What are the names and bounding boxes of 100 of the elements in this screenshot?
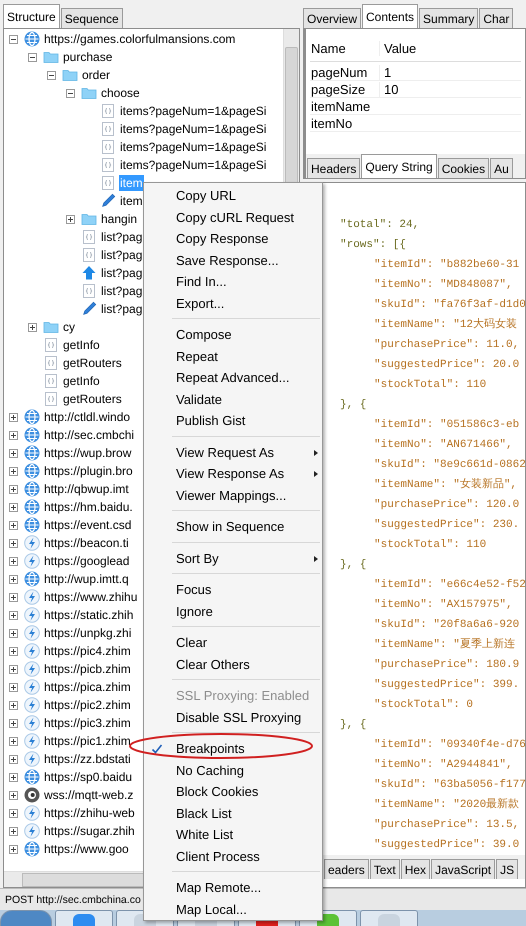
- expander-icon[interactable]: [66, 214, 75, 224]
- tab[interactable]: Headers: [307, 158, 360, 178]
- tree-item[interactable]: https://static.zhih: [43, 607, 134, 623]
- menu-item[interactable]: Save Response...: [144, 250, 322, 271]
- expander-icon[interactable]: [9, 718, 18, 728]
- expander-icon[interactable]: [9, 466, 18, 476]
- expander-icon[interactable]: [9, 826, 18, 836]
- menu-item[interactable]: Map Local...: [144, 898, 322, 920]
- expander-icon[interactable]: [9, 772, 18, 782]
- taskbar-button[interactable]: [55, 910, 113, 926]
- expander-icon[interactable]: [9, 808, 18, 818]
- tree-item[interactable]: cy: [62, 319, 76, 335]
- tree-item[interactable]: https://wup.brow: [43, 445, 132, 461]
- tree-item[interactable]: items?pageNum=1&pageSi: [119, 121, 268, 137]
- start-button[interactable]: [0, 910, 52, 926]
- tree-item[interactable]: http://qbwup.imt: [43, 481, 130, 497]
- expander-icon[interactable]: [9, 538, 18, 548]
- expander-icon[interactable]: [9, 664, 18, 674]
- tree-item[interactable]: list?pag: [100, 247, 144, 263]
- menu-item[interactable]: Clear Others: [144, 654, 322, 675]
- tree-item[interactable]: purchase: [62, 49, 114, 65]
- tree-item[interactable]: items?pageNum=1&pageSi: [119, 103, 268, 119]
- tab[interactable]: Contents: [362, 4, 418, 28]
- menu-item[interactable]: Copy cURL Request: [144, 206, 322, 228]
- tree-item[interactable]: getInfo: [62, 337, 101, 353]
- tab[interactable]: Structure: [3, 4, 60, 28]
- menu-item[interactable]: View Request As: [144, 442, 322, 463]
- tree-item[interactable]: http://wup.imtt.q: [43, 571, 130, 587]
- tree-item[interactable]: getRouters: [62, 355, 123, 371]
- tree-item[interactable]: list?pag: [100, 229, 144, 245]
- menu-item[interactable]: Validate: [144, 388, 322, 410]
- menu-item[interactable]: Black List: [144, 802, 322, 824]
- tree-item[interactable]: https://pica.zhim: [43, 679, 132, 695]
- tab[interactable]: Query String: [361, 154, 437, 178]
- tree-item[interactable]: https://googlead: [43, 553, 130, 569]
- tree-item[interactable]: https://beacon.ti: [43, 535, 130, 551]
- tree-item[interactable]: http://sec.cmbchi: [43, 427, 136, 443]
- tab[interactable]: eaders: [324, 859, 369, 879]
- menu-item[interactable]: Show in Sequence: [144, 516, 322, 538]
- menu-item[interactable]: Ignore: [144, 600, 322, 622]
- expander-icon[interactable]: [9, 682, 18, 692]
- expander-icon[interactable]: [9, 574, 18, 584]
- tree-item[interactable]: http://ctldl.windo: [43, 409, 132, 425]
- expander-icon[interactable]: [9, 610, 18, 620]
- tree-item[interactable]: list?pag: [100, 301, 144, 317]
- menu-item[interactable]: Find In...: [144, 271, 322, 292]
- tree-item[interactable]: https://www.goo: [43, 841, 130, 857]
- expander-icon[interactable]: [47, 70, 56, 80]
- menu-item[interactable]: Repeat: [144, 346, 322, 367]
- tree-item[interactable]: https://picb.zhim: [43, 661, 132, 677]
- tree-item[interactable]: https://unpkg.zhi: [43, 625, 132, 641]
- menu-item[interactable]: Focus: [144, 579, 322, 600]
- menu-item[interactable]: Client Process: [144, 846, 322, 867]
- expander-icon[interactable]: [9, 754, 18, 764]
- menu-item[interactable]: Breakpoints: [144, 738, 322, 760]
- menu-item[interactable]: Copy URL: [144, 185, 322, 206]
- tree-item[interactable]: items?pageNum=1&pageSi: [119, 157, 268, 173]
- tree-item[interactable]: https://sp0.baidu: [43, 769, 134, 785]
- expander-icon[interactable]: [9, 628, 18, 638]
- menu-item[interactable]: Repeat Advanced...: [144, 367, 322, 388]
- expander-icon[interactable]: [9, 448, 18, 458]
- expander-icon[interactable]: [28, 322, 37, 332]
- tree-item[interactable]: https://zz.bdstati: [43, 751, 132, 767]
- tree-item[interactable]: item: [119, 193, 144, 209]
- expander-icon[interactable]: [9, 556, 18, 566]
- tree-item[interactable]: https://pic2.zhim: [43, 697, 132, 713]
- expander-icon[interactable]: [9, 844, 18, 854]
- menu-item[interactable]: White List: [144, 824, 322, 846]
- tree-item[interactable]: getRouters: [62, 391, 123, 407]
- taskbar-button[interactable]: [360, 910, 418, 926]
- tab[interactable]: Hex: [400, 859, 430, 879]
- tree-item[interactable]: https://www.zhihu: [43, 589, 138, 605]
- tab[interactable]: Summary: [419, 8, 478, 28]
- menu-item[interactable]: Export...: [144, 292, 322, 314]
- expander-icon[interactable]: [9, 430, 18, 440]
- tree-item[interactable]: https://sugar.zhih: [43, 823, 136, 839]
- menu-item[interactable]: Block Cookies: [144, 781, 322, 802]
- expander-icon[interactable]: [9, 502, 18, 512]
- expander-icon[interactable]: [9, 520, 18, 530]
- expander-icon[interactable]: [9, 484, 18, 494]
- menu-item[interactable]: No Caching: [144, 760, 322, 781]
- menu-item[interactable]: Publish Gist: [144, 410, 322, 432]
- expander-icon[interactable]: [9, 34, 18, 44]
- menu-item[interactable]: Sort By: [144, 548, 322, 569]
- tab[interactable]: Overview: [303, 8, 362, 28]
- tab[interactable]: JS: [496, 859, 518, 879]
- tree-item[interactable]: wss://mqtt-web.z: [43, 787, 134, 803]
- tree-item[interactable]: order: [81, 67, 112, 83]
- expander-icon[interactable]: [28, 52, 37, 62]
- tree-item[interactable]: hangin: [100, 211, 138, 227]
- expander-icon[interactable]: [9, 790, 18, 800]
- tab[interactable]: Cookies: [438, 158, 490, 178]
- tree-item[interactable]: https://plugin.bro: [43, 463, 134, 479]
- menu-item[interactable]: Compose: [144, 324, 322, 346]
- tree-item[interactable]: list?pag: [100, 283, 144, 299]
- tree-item[interactable]: getInfo: [62, 373, 101, 389]
- tree-item[interactable]: https://event.csd: [43, 517, 132, 533]
- tree-item[interactable]: https://hm.baidu.: [43, 499, 134, 515]
- expander-icon[interactable]: [9, 700, 18, 710]
- menu-item[interactable]: Map Remote...: [144, 877, 322, 898]
